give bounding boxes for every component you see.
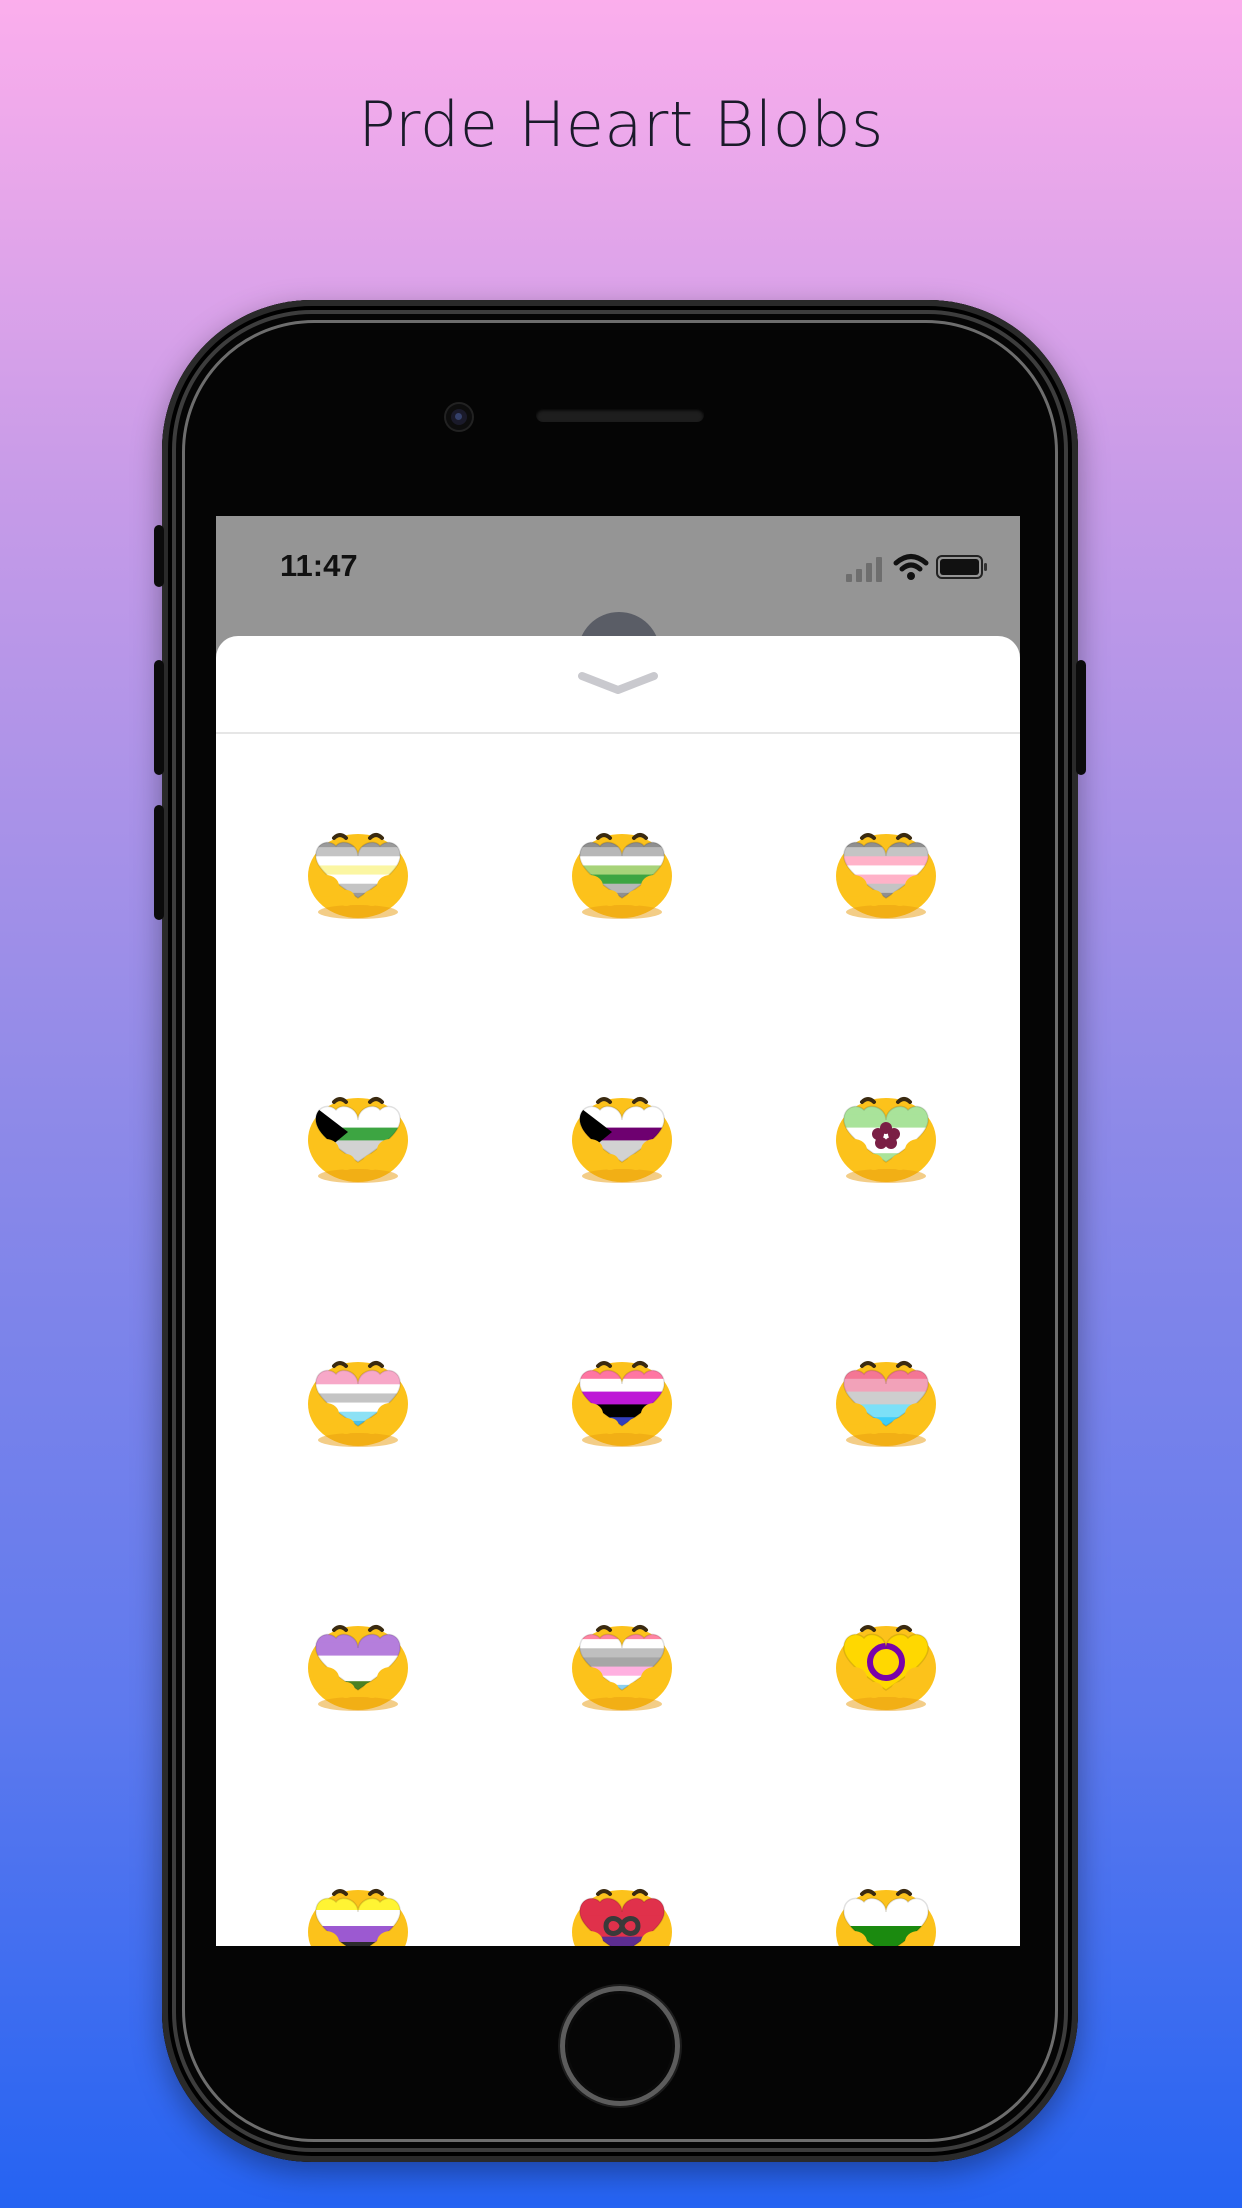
sticker-genderfae-heart-art xyxy=(308,1361,408,1447)
sticker-demigirl-heart-art xyxy=(836,833,936,919)
sticker-gender-queer-heart[interactable] xyxy=(306,1618,410,1714)
status-time: 11:47 xyxy=(280,548,358,583)
volume-down-button xyxy=(154,805,164,920)
battery-icon xyxy=(936,555,987,579)
phone-frame: 11:47 xyxy=(154,300,1086,2162)
sticker-gender-queer-heart-art xyxy=(308,1625,408,1711)
sticker-sapphic-heart[interactable] xyxy=(834,1090,938,1186)
sticker-nonbinary-heart[interactable] xyxy=(306,1882,410,1946)
home-button[interactable] xyxy=(560,1986,680,2106)
sticker-sapphic-heart-art xyxy=(836,1097,936,1183)
sticker-genderfluid-heart-art xyxy=(572,1361,672,1447)
mute-switch xyxy=(154,525,164,587)
volume-up-button xyxy=(154,660,164,775)
wifi-icon xyxy=(893,554,929,580)
page-headline: Prde Heart Blobs xyxy=(358,88,884,161)
sticker-genderfluid-heart[interactable] xyxy=(570,1354,674,1450)
sticker-demigirl-heart[interactable] xyxy=(834,826,938,922)
sticker-sheet xyxy=(216,636,1020,1946)
sticker-gray-demiboy-heart[interactable] xyxy=(570,1618,674,1714)
sticker-demisexual-heart[interactable] xyxy=(570,1090,674,1186)
sticker-demiromantic-heart-art xyxy=(308,1097,408,1183)
sticker-aromantic-heart[interactable] xyxy=(570,826,674,922)
sticker-aromantic-heart-art xyxy=(572,833,672,919)
sticker-gray-demiboy-heart-art xyxy=(572,1625,672,1711)
chevron-down-icon[interactable] xyxy=(578,668,658,698)
sticker-green-heart[interactable] xyxy=(834,1882,938,1946)
cellular-signal-icon xyxy=(846,557,882,582)
earpiece-speaker xyxy=(536,408,704,422)
sticker-genderflux-heart-art xyxy=(836,1361,936,1447)
sticker-polyamory-heart-art xyxy=(572,1889,672,1946)
sticker-intersex-heart[interactable] xyxy=(834,1618,938,1714)
sticker-nonbinary-heart-art xyxy=(308,1889,408,1946)
sheet-header xyxy=(216,636,1020,734)
sticker-agender-heart-art xyxy=(308,833,408,919)
sticker-genderflux-heart[interactable] xyxy=(834,1354,938,1450)
sticker-grid xyxy=(216,734,1020,1946)
sticker-green-heart-art xyxy=(836,1889,936,1946)
sticker-genderfae-heart[interactable] xyxy=(306,1354,410,1450)
sticker-agender-heart[interactable] xyxy=(306,826,410,922)
status-bar: 11:47 xyxy=(216,516,1020,612)
front-camera xyxy=(446,404,472,430)
sticker-polyamory-heart[interactable] xyxy=(570,1882,674,1946)
sticker-demisexual-heart-art xyxy=(572,1097,672,1183)
sticker-demiromantic-heart[interactable] xyxy=(306,1090,410,1186)
power-button xyxy=(1076,660,1086,775)
phone-screen: 11:47 xyxy=(216,516,1020,1946)
sticker-intersex-heart-art xyxy=(836,1625,936,1711)
